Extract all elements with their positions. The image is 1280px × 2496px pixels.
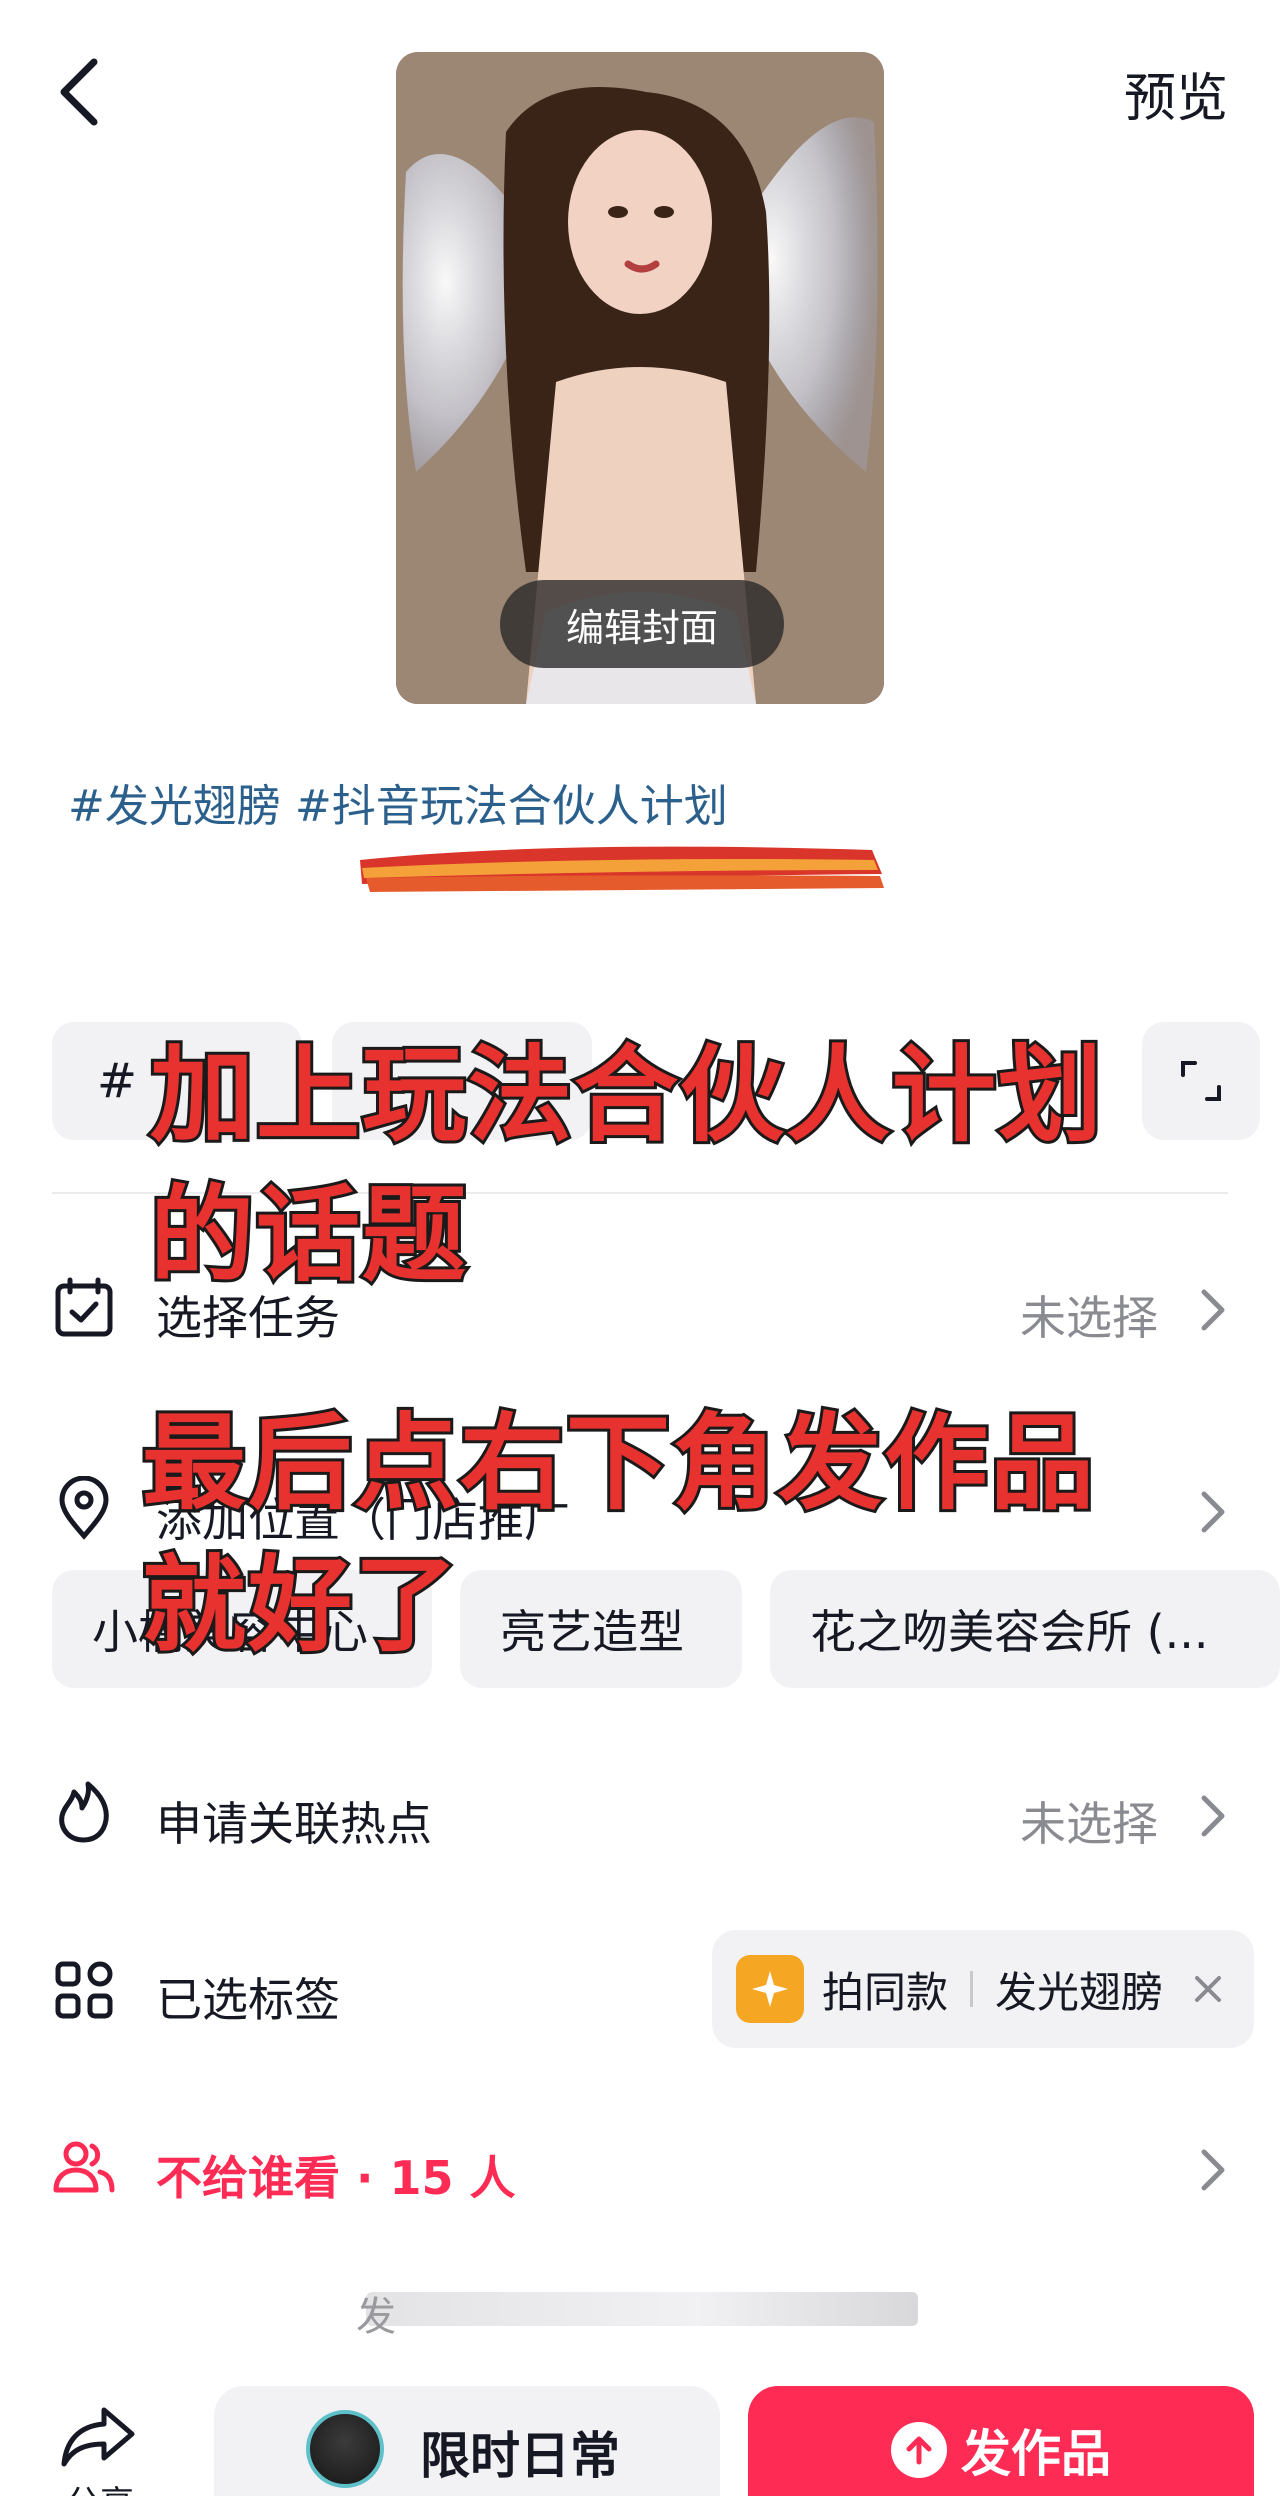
hotspot-row[interactable]: 申请关联热点 未选择 <box>52 1764 1228 1864</box>
close-icon[interactable] <box>1191 1972 1225 2006</box>
arrow-up-icon <box>891 2422 947 2478</box>
caption-topics[interactable]: #发光翅膀 #抖音玩法合伙人计划 <box>68 770 728 834</box>
preview-button[interactable]: 预览 <box>1124 56 1228 131</box>
progress-label: 发 <box>356 2294 396 2340</box>
tags-label: 已选标签 <box>156 1973 340 2027</box>
privacy-row[interactable]: 不给谁看 · 15 人 <box>52 2118 1228 2218</box>
chevron-left-icon <box>60 58 98 126</box>
daily-label: 限时日常 <box>420 2427 620 2485</box>
publish-button[interactable]: 发作品 <box>748 2386 1254 2496</box>
publish-label: 发作品 <box>961 2425 1111 2483</box>
hotspot-value: 未选择 <box>1020 1797 1158 1851</box>
tag-type: 拍同款 <box>822 1967 949 2017</box>
highlight-underline <box>360 846 884 892</box>
edit-cover-button[interactable]: 编辑封面 <box>500 580 784 668</box>
progress-bar <box>366 2292 918 2326</box>
hash-symbol: # <box>96 1053 138 1109</box>
scan-icon <box>1181 1061 1221 1101</box>
location-suggestion[interactable]: 亮艺造型 <box>460 1570 742 1688</box>
chevron-right-icon <box>1201 1289 1225 1331</box>
back-button[interactable] <box>52 52 112 132</box>
tag-separator <box>970 1971 974 2007</box>
calendar-check-icon <box>55 1277 113 1337</box>
location-suggestion[interactable]: 花之吻美容会所 (... <box>770 1570 1280 1688</box>
users-icon <box>53 2141 115 2193</box>
chevron-right-icon <box>1201 1491 1225 1533</box>
privacy-label: 不给谁看 · 15 人 <box>156 2151 516 2205</box>
share-label: 分享 <box>66 2476 134 2496</box>
avatar <box>306 2410 384 2488</box>
chevron-right-icon <box>1201 2149 1225 2191</box>
chevron-right-icon <box>1201 1795 1225 1837</box>
limited-daily-button[interactable]: 限时日常 <box>214 2386 720 2496</box>
annotation-line-1: 加上玩法合伙人计划 <box>147 1031 1105 1159</box>
scan-button[interactable] <box>1142 1022 1260 1140</box>
task-value: 未选择 <box>1020 1291 1158 1345</box>
location-pin-icon <box>59 1476 109 1540</box>
hotspot-label: 申请关联热点 <box>156 1797 432 1851</box>
annotation-line-3: 最后点右下角发作品 <box>139 1399 1097 1527</box>
selected-tag[interactable]: 拍同款 发光翅膀 <box>712 1930 1254 2048</box>
tag-name: 发光翅膀 <box>995 1967 1164 2017</box>
annotation-line-4: 就好了 <box>139 1541 461 1669</box>
flame-icon <box>59 1781 109 1843</box>
share-icon <box>61 2407 135 2467</box>
grid-icon <box>55 1961 113 2019</box>
tags-row: 已选标签 <box>52 1940 672 2040</box>
sparkle-icon <box>736 1955 804 2023</box>
annotation-line-2: 的话题 <box>147 1171 469 1299</box>
